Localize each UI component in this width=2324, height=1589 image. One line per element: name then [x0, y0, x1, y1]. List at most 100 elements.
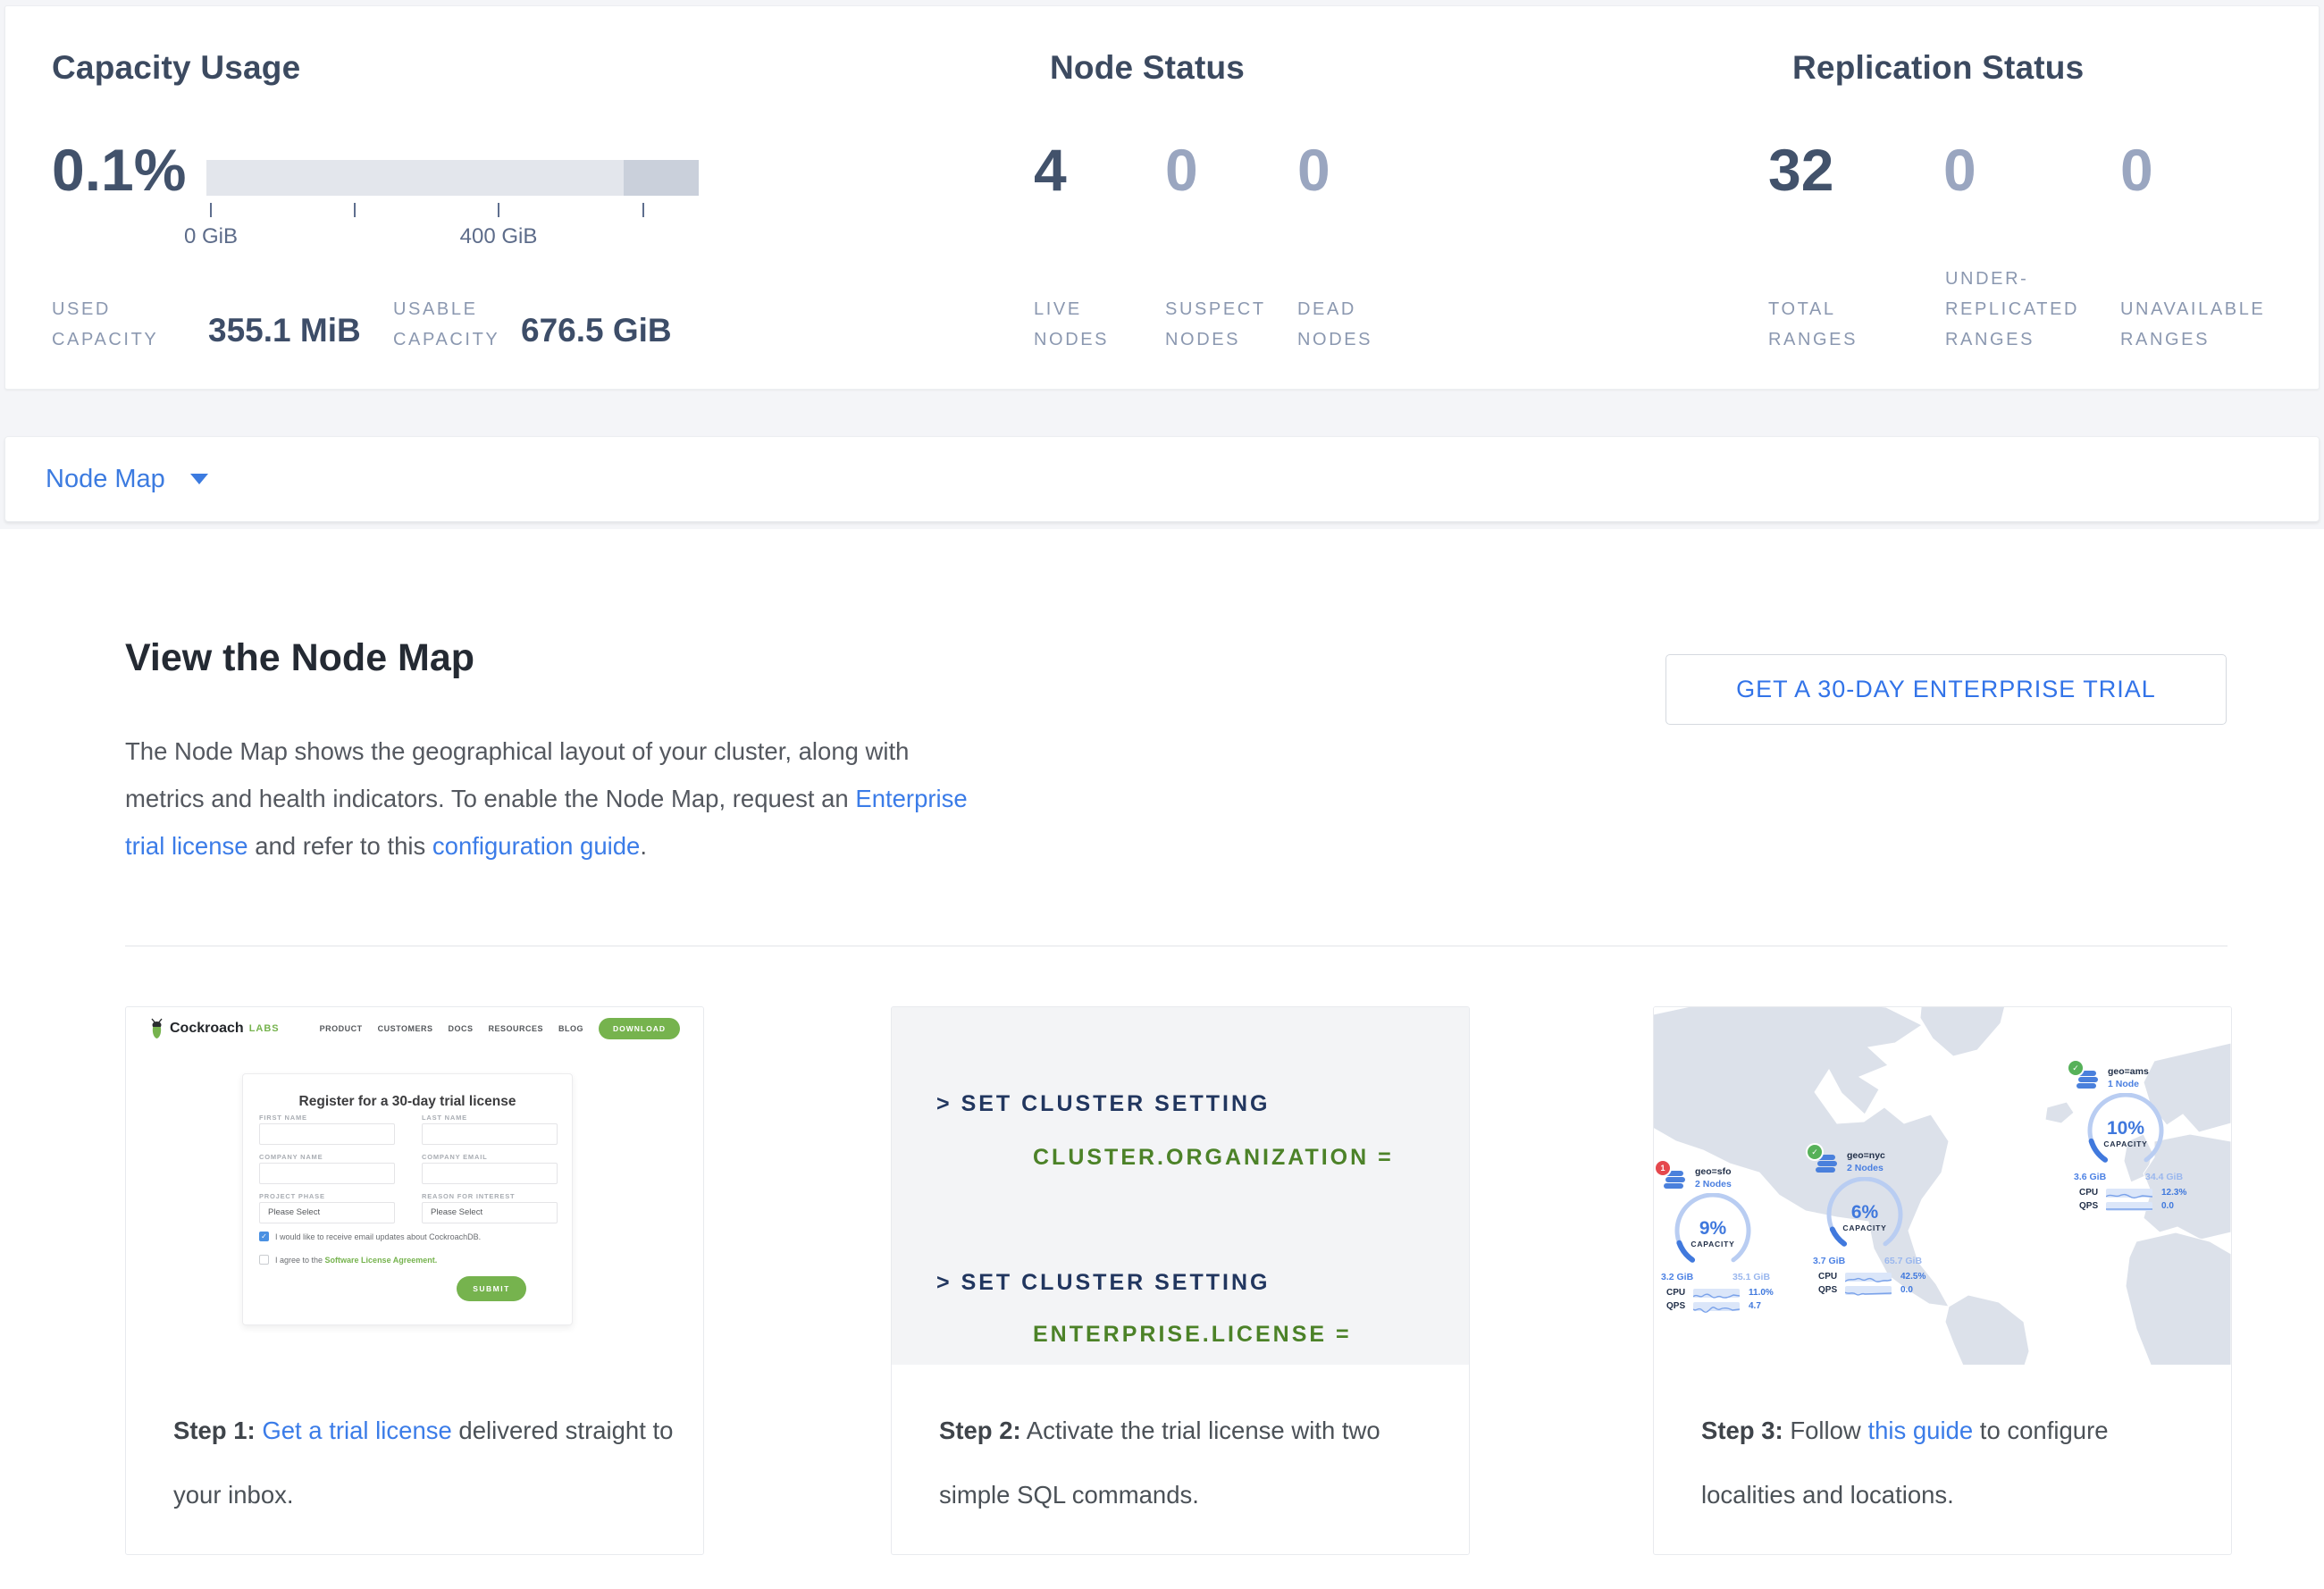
sql-set-cluster-setting-1: SET CLUSTER SETTING — [961, 1091, 1271, 1116]
suspect-nodes-label-line2: NODES — [1165, 324, 1266, 355]
cpu-value: 12.3% — [2161, 1188, 2186, 1198]
live-nodes-label-line1: LIVE — [1034, 294, 1109, 324]
nav-resources[interactable]: RESOURCES — [488, 1024, 543, 1033]
email-updates-text: I would like to receive email updates ab… — [275, 1232, 481, 1241]
company-name-field[interactable] — [259, 1163, 395, 1184]
under-replicated-ranges-value: 0 — [1943, 140, 1976, 199]
used-capacity-label-line2: CAPACITY — [52, 324, 158, 355]
node-map-placeholder-section: View the Node Map The Node Map shows the… — [0, 529, 2324, 1589]
total-ranges-label-line2: RANGES — [1768, 324, 1858, 355]
locality-node-count: 2 Nodes — [1847, 1163, 1884, 1173]
software-license-agreement-link[interactable]: Software License Agreement. — [325, 1256, 438, 1265]
dead-nodes-label-line2: NODES — [1297, 324, 1372, 355]
step3-card: 1 geo=sfo 2 Nodes 9% CAPACITY 3.2 GiB 35 — [1653, 1006, 2232, 1555]
qps-sparkline — [1693, 1302, 1740, 1311]
description-text-2: and refer to this — [248, 832, 432, 860]
locality-node-count: 2 Nodes — [1695, 1179, 1732, 1190]
company-email-field[interactable] — [422, 1163, 558, 1184]
qps-value: 0.0 — [2161, 1201, 2174, 1211]
step2-caption: Step 2: Activate the trial license with … — [939, 1399, 1444, 1527]
qps-row: QPS 0.0 — [1818, 1285, 1936, 1296]
submit-button[interactable]: SUBMIT — [457, 1276, 526, 1301]
usable-capacity-label-line1: USABLE — [393, 294, 499, 324]
step2-card: > SET CLUSTER SETTING CLUSTER.ORGANIZATI… — [891, 1006, 1470, 1555]
last-name-field[interactable] — [422, 1123, 558, 1145]
step1-label: Step 1: — [173, 1417, 256, 1444]
locality-name: geo=sfo — [1695, 1166, 1732, 1177]
capacity-tick — [354, 203, 356, 217]
qps-value: 0.0 — [1900, 1285, 1913, 1295]
node-map-dropdown[interactable]: Node Map — [46, 437, 208, 521]
nav-product[interactable]: PRODUCT — [320, 1024, 363, 1033]
mini-site-nav: PRODUCT CUSTOMERS DOCS RESOURCES BLOG DO… — [320, 1018, 680, 1039]
reason-for-interest-select[interactable]: Please Select — [422, 1202, 558, 1223]
cockroach-bug-icon — [149, 1018, 164, 1039]
unavailable-ranges-label-line2: RANGES — [2120, 324, 2265, 355]
view-selector-bar: Node Map — [4, 436, 2320, 522]
capacity-percent: 0.1% — [52, 140, 186, 199]
step1-card: Cockroach LABS PRODUCT CUSTOMERS DOCS RE… — [125, 1006, 704, 1555]
usable-capacity-label-line2: CAPACITY — [393, 324, 499, 355]
usable-capacity-value: 676.5 GiB — [521, 312, 672, 349]
cpu-row: CPU 12.3% — [2079, 1188, 2197, 1198]
email-updates-row: ✓ I would like to receive email updates … — [259, 1232, 481, 1241]
nav-blog[interactable]: BLOG — [558, 1024, 583, 1033]
nav-customers[interactable]: CUSTOMERS — [378, 1024, 433, 1033]
qps-sparkline — [2106, 1202, 2152, 1211]
under-replicated-label-line0: UNDER- — [1945, 264, 2079, 294]
first-name-field[interactable] — [259, 1123, 395, 1145]
capacity-gauge: 6% CAPACITY — [1820, 1177, 1909, 1252]
cpu-sparkline — [1845, 1273, 1892, 1282]
get-trial-license-link[interactable]: Get a trial license — [262, 1417, 451, 1444]
total-ranges-label: TOTAL RANGES — [1768, 294, 1858, 355]
capacity-gauge: 10% CAPACITY — [2081, 1093, 2170, 1168]
brand-name: Cockroach — [170, 1021, 244, 1037]
download-button[interactable]: DOWNLOAD — [599, 1018, 680, 1039]
step2-label: Step 2: — [939, 1417, 1021, 1444]
sql-prompt: > — [936, 1091, 952, 1116]
used-capacity: 3.2 GiB — [1661, 1272, 1693, 1282]
qps-row: QPS 0.0 — [2079, 1201, 2197, 1212]
cpu-label: CPU — [2079, 1188, 2098, 1198]
capacity-percent: 9% — [1668, 1218, 1758, 1240]
nav-docs[interactable]: DOCS — [448, 1024, 473, 1033]
sql-cluster-organization: CLUSTER.ORGANIZATION = — [1033, 1145, 1394, 1171]
reason-for-interest-label: REASON FOR INTEREST — [422, 1192, 515, 1200]
capacity-percent: 10% — [2081, 1118, 2170, 1139]
total-capacity: 35.1 GiB — [1733, 1272, 1770, 1282]
dead-nodes-label: DEAD NODES — [1297, 294, 1372, 355]
step3-text-pre: Follow — [1783, 1417, 1868, 1444]
node-map-preview: 1 geo=sfo 2 Nodes 9% CAPACITY 3.2 GiB 35 — [1654, 1007, 2231, 1365]
cpu-value: 42.5% — [1900, 1272, 1925, 1282]
capacity-tick-label-400: 400 GiB — [445, 224, 552, 249]
used-capacity: 3.6 GiB — [2074, 1172, 2106, 1182]
cockroach-labs-logo: Cockroach LABS — [149, 1018, 280, 1039]
configuration-guide-link[interactable]: configuration guide — [432, 832, 640, 860]
sql-set-cluster-setting-2: SET CLUSTER SETTING — [961, 1270, 1271, 1295]
unavailable-ranges-label: UNAVAILABLE RANGES — [2120, 294, 2265, 355]
email-updates-checkbox[interactable]: ✓ — [259, 1232, 269, 1241]
get-enterprise-trial-button[interactable]: GET A 30-DAY ENTERPRISE TRIAL — [1665, 654, 2227, 725]
this-guide-link[interactable]: this guide — [1867, 1417, 1973, 1444]
capacity-label: CAPACITY — [2081, 1139, 2170, 1148]
cluster-summary-panel: Capacity Usage 0.1% 0 GiB 400 GiB USED C… — [4, 5, 2320, 390]
license-agreement-checkbox[interactable] — [259, 1255, 269, 1265]
capacity-tick — [642, 203, 644, 217]
under-replicated-label-line2: RANGES — [1945, 324, 2079, 355]
capacity-bar — [206, 160, 699, 196]
capacity-label: CAPACITY — [1820, 1223, 1909, 1232]
chevron-down-icon — [190, 474, 208, 484]
cpu-row: CPU 11.0% — [1666, 1288, 1784, 1299]
node-status-section: Node Status 4 0 0 LIVE NODES SUSPECT NOD… — [1034, 6, 1454, 389]
used-capacity: 3.7 GiB — [1813, 1256, 1845, 1266]
live-nodes-label-line2: NODES — [1034, 324, 1109, 355]
qps-row: QPS 4.7 — [1666, 1301, 1784, 1312]
unavailable-ranges-label-line1: UNAVAILABLE — [2120, 294, 2265, 324]
license-agreement-pre: I agree to the — [275, 1256, 325, 1265]
total-capacity: 65.7 GiB — [1884, 1256, 1922, 1266]
license-agreement-row: I agree to the Software License Agreemen… — [259, 1255, 437, 1265]
sql-command-2: > SET CLUSTER SETTING — [936, 1270, 1270, 1296]
cpu-label: CPU — [1818, 1272, 1837, 1282]
project-phase-select[interactable]: Please Select — [259, 1202, 395, 1223]
first-name-label: FIRST NAME — [259, 1114, 307, 1122]
